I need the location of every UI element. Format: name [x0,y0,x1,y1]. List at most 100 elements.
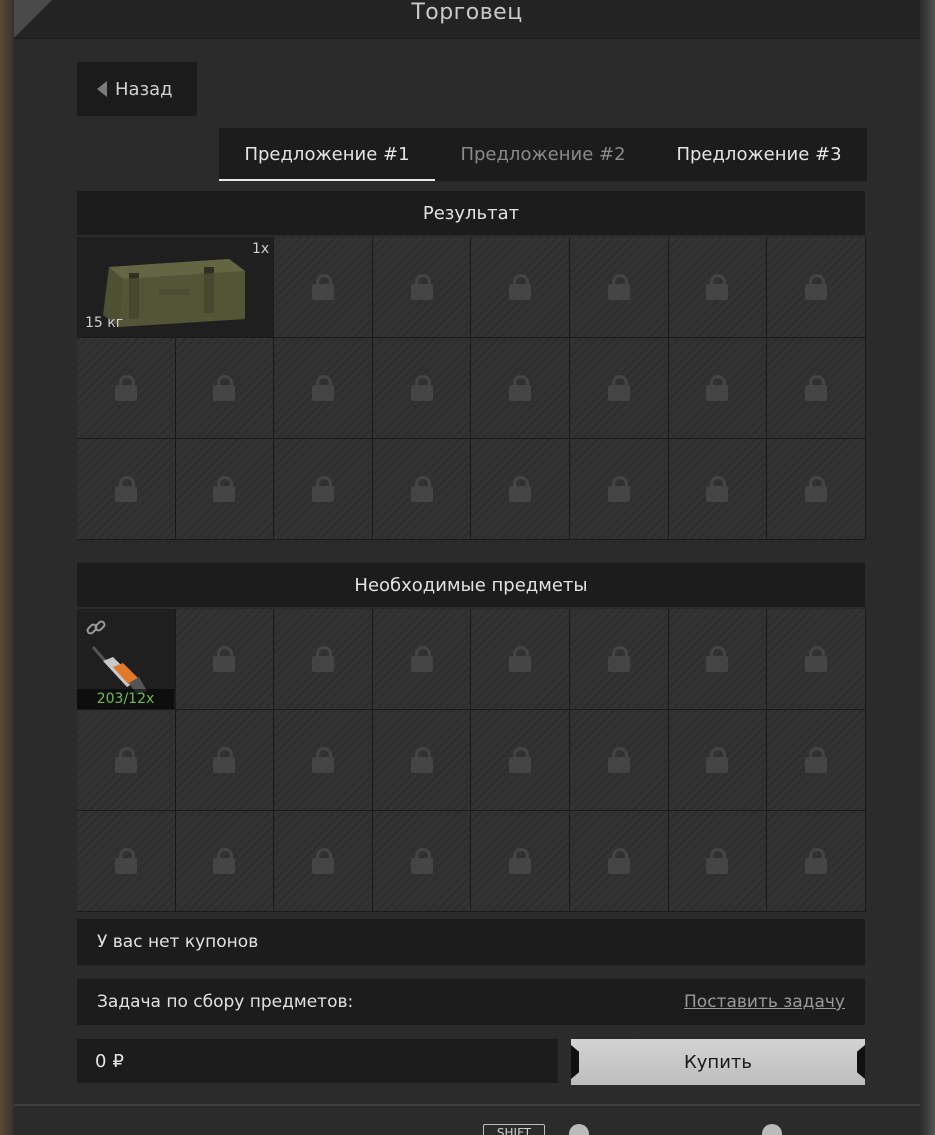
footer-hints: SHIFT [14,1124,920,1135]
locked-slot [668,811,768,912]
lock-icon [213,747,236,773]
locked-slot [471,710,570,811]
task-bar: Задача по сбору предметов: Поставить зад… [77,979,865,1025]
back-arrow-icon [97,81,107,97]
ruble-icon: ₽ [112,1050,124,1072]
result-header: Результат [77,191,865,235]
lock-icon [114,476,137,502]
locked-slot [767,439,866,540]
lock-icon [509,476,532,502]
task-label: Задача по сбору предметов: [97,992,354,1012]
locked-slot [372,237,472,338]
locked-slot [274,439,373,540]
locked-slot [569,237,669,338]
lock-icon [706,274,729,300]
required-items-grid: 203/12x [77,609,866,912]
price-value: 0 [95,1050,107,1072]
link-icon [86,620,106,635]
lock-icon [607,274,630,300]
buy-button[interactable]: Купить [571,1039,865,1085]
locked-slot [175,811,275,912]
locked-slot [175,609,275,710]
coupons-text: У вас нет купонов [97,932,259,952]
locked-slot [471,439,570,540]
shift-key-hint: SHIFT [483,1124,545,1135]
lock-icon [607,476,630,502]
locked-slot [175,710,275,811]
lock-icon [213,646,236,672]
set-task-link[interactable]: Поставить задачу [684,992,845,1012]
locked-slot [274,609,373,710]
coupons-bar: У вас нет купонов [77,919,865,965]
locked-slot [569,609,669,710]
lock-icon [114,747,137,773]
lock-icon [706,848,729,874]
title-bar: Торговец [14,0,920,39]
required-items-header: Необходимые предметы [77,563,865,607]
locked-slot [274,710,373,811]
lock-icon [706,476,729,502]
back-button[interactable]: Назад [77,62,197,116]
lock-icon [607,646,630,672]
lock-icon [311,375,334,401]
window-title: Торговец [411,0,523,25]
locked-slot [668,609,768,710]
lock-icon [114,848,137,874]
weight-badge: 15 кг [85,315,124,331]
locked-slot [471,237,570,338]
locked-slot [471,811,570,912]
lock-icon [410,747,433,773]
locked-slot [767,710,866,811]
required-count-badge: 203/12x [77,689,174,709]
lock-icon [706,375,729,401]
result-grid: 1x 15 кг [77,237,866,540]
locked-slot [372,811,472,912]
locked-slot [175,338,275,439]
mouse-icon [762,1124,782,1135]
result-item-slot[interactable]: 1x 15 кг [77,237,275,338]
required-item-slot[interactable]: 203/12x [77,609,176,710]
lock-icon [804,375,827,401]
lock-icon [311,848,334,874]
lock-icon [509,848,532,874]
locked-slot [77,811,176,912]
locked-slot [668,710,768,811]
locked-slot [471,338,570,439]
price-display: 0 ₽ [77,1039,558,1083]
locked-slot [77,439,176,540]
lock-icon [607,848,630,874]
lock-icon [410,476,433,502]
offer-tabs: Предложение #1 Предложение #2 Предложени… [219,128,867,181]
footer-divider [14,1104,920,1106]
locked-slot [274,811,373,912]
locked-slot [175,439,275,540]
locked-slot [372,710,472,811]
tab-offer-2[interactable]: Предложение #2 [435,128,651,181]
corner-decoration [14,0,52,38]
lock-icon [213,375,236,401]
lock-icon [311,646,334,672]
lock-icon [509,274,532,300]
lock-icon [607,375,630,401]
lock-icon [804,646,827,672]
lock-icon [410,274,433,300]
locked-slot [569,710,669,811]
lock-icon [509,375,532,401]
lock-icon [706,646,729,672]
lock-icon [213,848,236,874]
locked-slot [569,338,669,439]
lock-icon [804,747,827,773]
trader-panel: Торговец Назад Предложение #1 Предложени… [14,0,920,1135]
lock-icon [410,848,433,874]
locked-slot [471,609,570,710]
locked-slot [274,338,373,439]
quantity-badge: 1x [251,241,270,257]
locked-slot [372,439,472,540]
tab-offer-3[interactable]: Предложение #3 [651,128,867,181]
tab-offer-1[interactable]: Предложение #1 [219,128,435,181]
buy-button-label: Купить [684,1051,752,1073]
mouse-icon [569,1124,589,1135]
locked-slot [77,710,176,811]
locked-slot [569,439,669,540]
lock-icon [311,274,334,300]
